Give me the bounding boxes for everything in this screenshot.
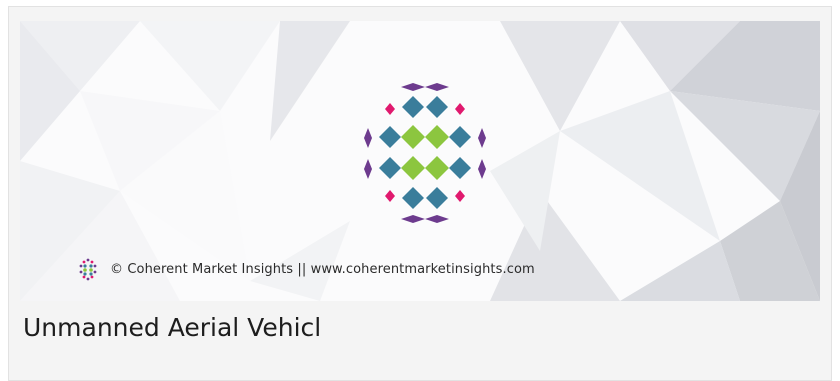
article-card[interactable]: © Coherent Market Insights || www.cohere… <box>8 6 832 381</box>
logo-diamond <box>379 126 401 148</box>
logo-diamond <box>455 190 465 202</box>
logo-diamond <box>425 83 449 91</box>
logo-diamond <box>478 128 486 148</box>
logo-diamond <box>425 215 449 223</box>
watermark-text: © Coherent Market Insights || www.cohere… <box>110 261 535 277</box>
logo-diamond <box>401 215 425 223</box>
logo-diamond <box>401 156 425 180</box>
logo-diamond <box>385 190 395 202</box>
coherent-market-insights-mini-logo <box>79 258 97 281</box>
logo-diamond <box>426 96 448 118</box>
logo-diamond <box>402 96 424 118</box>
watermark: © Coherent Market Insights || www.cohere… <box>76 258 535 281</box>
logo-diamond <box>455 103 465 115</box>
logo-diamond <box>379 157 401 179</box>
logo-diamond <box>425 125 449 149</box>
coherent-market-insights-logo <box>364 83 486 223</box>
logo-diamond <box>426 187 448 209</box>
logo-diamond <box>364 128 372 148</box>
logo-diamond <box>385 103 395 115</box>
logo-diamond <box>425 156 449 180</box>
logo-diamond <box>364 159 372 179</box>
logo-diamond <box>449 157 471 179</box>
card-title[interactable]: Unmanned Aerial Vehicl <box>23 313 321 342</box>
banner-image: © Coherent Market Insights || www.cohere… <box>20 21 820 301</box>
logo-diamond <box>449 126 471 148</box>
logo-diamond <box>401 83 425 91</box>
logo-diamond <box>478 159 486 179</box>
logo-diamond <box>401 125 425 149</box>
logo-diamond <box>402 187 424 209</box>
